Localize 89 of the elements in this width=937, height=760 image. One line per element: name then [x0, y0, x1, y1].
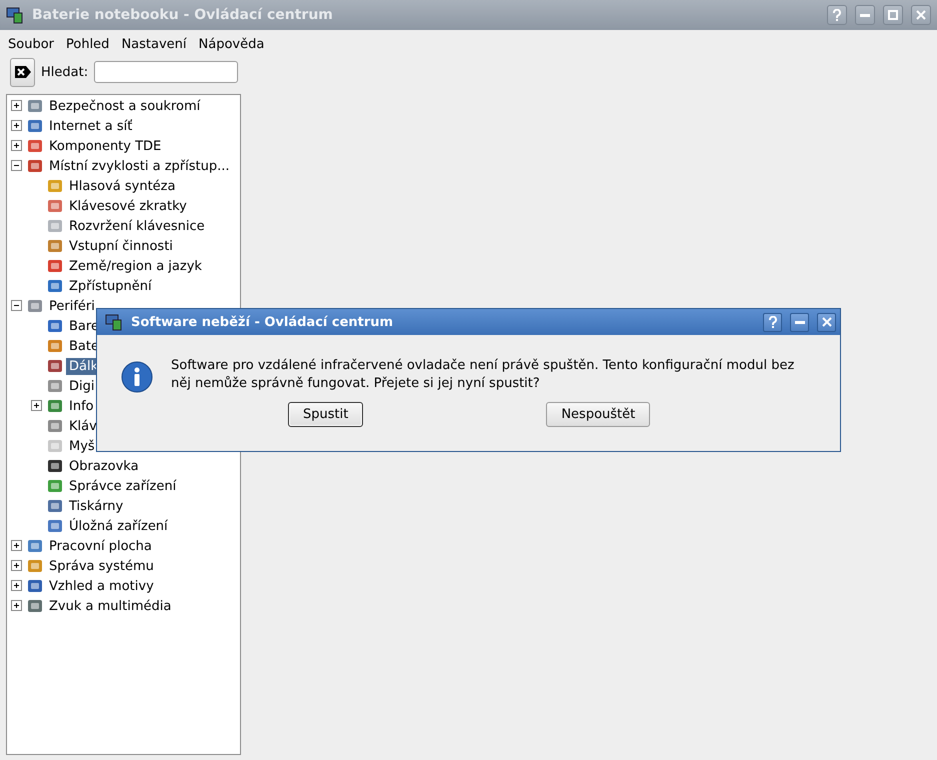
module-icon [27, 138, 43, 154]
tree-item[interactable]: Komponenty TDE [46, 138, 164, 154]
search-label: Hledat: [41, 64, 88, 80]
clear-button[interactable] [10, 58, 35, 86]
tree-item[interactable]: Bezpečnost a soukromí [46, 98, 204, 114]
tree-item[interactable]: Vstupní činnosti [66, 238, 176, 254]
app-icon [105, 313, 123, 331]
tree-item[interactable]: Hlasová syntéza [66, 178, 178, 194]
tree-item[interactable]: Zvuk a multimédia [46, 598, 174, 614]
plus-icon[interactable] [11, 560, 22, 570]
module-icon [47, 458, 63, 474]
module-icon [47, 278, 63, 294]
menu-item[interactable]: Soubor [4, 34, 58, 54]
module-icon [27, 158, 43, 174]
module-icon [47, 438, 63, 454]
menu-item[interactable]: Pohled [62, 34, 114, 54]
tree-item[interactable]: Digi [66, 378, 98, 394]
module-icon [47, 398, 63, 414]
module-icon [27, 598, 43, 614]
close-button[interactable] [817, 312, 836, 332]
plus-icon[interactable] [11, 100, 22, 110]
help-icon [768, 316, 778, 328]
tree-item[interactable]: Periféri [46, 298, 98, 314]
module-icon [47, 178, 63, 194]
minimize-button[interactable] [790, 312, 809, 332]
tree-item[interactable]: Pracovní plocha [46, 538, 155, 554]
tree-item[interactable]: Klávesové zkratky [66, 198, 190, 214]
module-icon [27, 558, 43, 574]
window-title: Baterie notebooku - Ovládací centrum [32, 7, 334, 23]
dialog-message: Software pro vzdálené infračervené ovladače není právě spuštěn. Tento konfigurační modul bez něj nemůže správně fungovat. Přejete si jej nyní spustit? [171, 357, 796, 393]
plus-icon[interactable] [11, 120, 22, 130]
module-icon [47, 378, 63, 394]
tree-item[interactable]: Kláv [66, 418, 100, 434]
module-icon [27, 578, 43, 594]
maximize-button[interactable] [883, 5, 903, 25]
tree-item[interactable]: Vzhled a motivy [46, 578, 157, 594]
module-icon [47, 318, 63, 334]
plus-icon[interactable] [11, 540, 22, 550]
plus-icon[interactable] [11, 580, 22, 590]
app-icon [6, 6, 24, 24]
module-icon [47, 238, 63, 254]
module-icon [47, 338, 63, 354]
module-icon [47, 498, 63, 514]
help-button[interactable] [763, 312, 782, 332]
tree-item[interactable]: Správa systému [46, 558, 157, 574]
minimize-button[interactable] [855, 5, 875, 25]
minimize-icon [794, 320, 804, 324]
module-icon [47, 218, 63, 234]
tree-item[interactable]: Tiskárny [66, 498, 126, 514]
close-icon [822, 317, 832, 327]
dialog-button[interactable]: Spustit [288, 402, 364, 427]
minus-icon[interactable] [11, 300, 22, 310]
help-button[interactable] [827, 5, 847, 25]
menu-item[interactable]: Nastavení [117, 34, 191, 54]
info-icon [121, 361, 153, 393]
module-icon [27, 538, 43, 554]
module-icon [47, 198, 63, 214]
tree-item[interactable]: Info [66, 398, 97, 414]
close-button[interactable] [911, 5, 931, 25]
plus-icon[interactable] [11, 600, 22, 610]
maximize-icon [888, 10, 898, 20]
dialog-title: Software neběží - Ovládací centrum [131, 314, 394, 330]
tree-item[interactable]: Internet a síť [46, 118, 136, 134]
minus-icon[interactable] [11, 160, 22, 170]
plus-icon[interactable] [31, 400, 42, 410]
plus-icon[interactable] [11, 140, 22, 150]
module-icon [27, 98, 43, 114]
tree-item[interactable]: Zpřístupnění [66, 278, 155, 294]
tree-item[interactable]: Rozvržení klávesnice [66, 218, 208, 234]
tree-item[interactable]: Úložná zařízení [66, 518, 171, 534]
help-icon [832, 9, 842, 21]
tree-item[interactable]: Myš [66, 438, 98, 454]
menu-item[interactable]: Nápověda [194, 34, 268, 54]
module-icon [47, 418, 63, 434]
module-icon [27, 298, 43, 314]
tree-item[interactable]: Země/region a jazyk [66, 258, 205, 274]
tree-item[interactable]: Obrazovka [66, 458, 142, 474]
tree-item[interactable]: Místní zvyklosti a zpřístup... [46, 158, 232, 174]
dialog-button[interactable]: Nespouštět [546, 402, 650, 427]
clear-icon [14, 65, 32, 79]
tree-item[interactable]: Správce zařízení [66, 478, 180, 494]
close-icon [916, 10, 926, 20]
module-icon [47, 518, 63, 534]
module-icon [47, 258, 63, 274]
module-icon [47, 358, 63, 374]
module-icon [47, 478, 63, 494]
module-icon [27, 118, 43, 134]
minimize-icon [860, 14, 870, 16]
search-field[interactable] [94, 61, 238, 83]
